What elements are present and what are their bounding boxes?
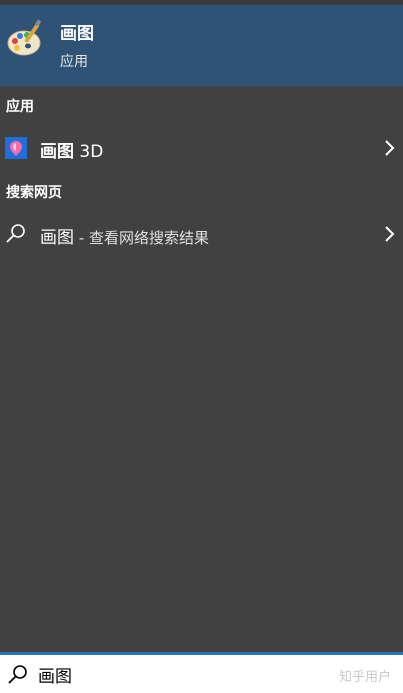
web-section-header: 搜索网页: [6, 185, 62, 201]
app-name-bold: 画图: [40, 142, 74, 162]
best-match-item[interactable]: 画图 应用: [0, 5, 403, 86]
app-result-paint-3d[interactable]: 画图 3D: [0, 128, 403, 168]
start-search-panel: 画图 应用 应用 画图 3D 搜索网页 画图 - 查看网络搜索结果 画图 知乎用…: [0, 0, 403, 693]
paint-3d-icon: [5, 137, 27, 159]
search-icon: [7, 664, 29, 686]
app-result-label: 画图 3D: [40, 137, 103, 162]
web-query: 画图: [40, 228, 74, 248]
web-result-label: 画图 - 查看网络搜索结果: [40, 223, 209, 248]
chevron-right-icon[interactable]: [383, 224, 395, 244]
web-hint: - 查看网络搜索结果: [74, 229, 209, 247]
paint-palette-icon: [6, 19, 46, 59]
best-match-subtitle: 应用: [60, 54, 88, 70]
best-match-title: 画图: [60, 24, 94, 44]
chevron-right-icon[interactable]: [383, 138, 395, 158]
search-box: 知乎用户: [0, 652, 403, 693]
search-input[interactable]: [38, 660, 318, 688]
app-name-rest: 3D: [74, 142, 104, 162]
search-icon: [5, 223, 27, 245]
web-search-result[interactable]: 画图 - 查看网络搜索结果: [0, 214, 403, 254]
apps-section-header: 应用: [6, 99, 34, 115]
watermark-text: 知乎用户: [338, 670, 391, 685]
